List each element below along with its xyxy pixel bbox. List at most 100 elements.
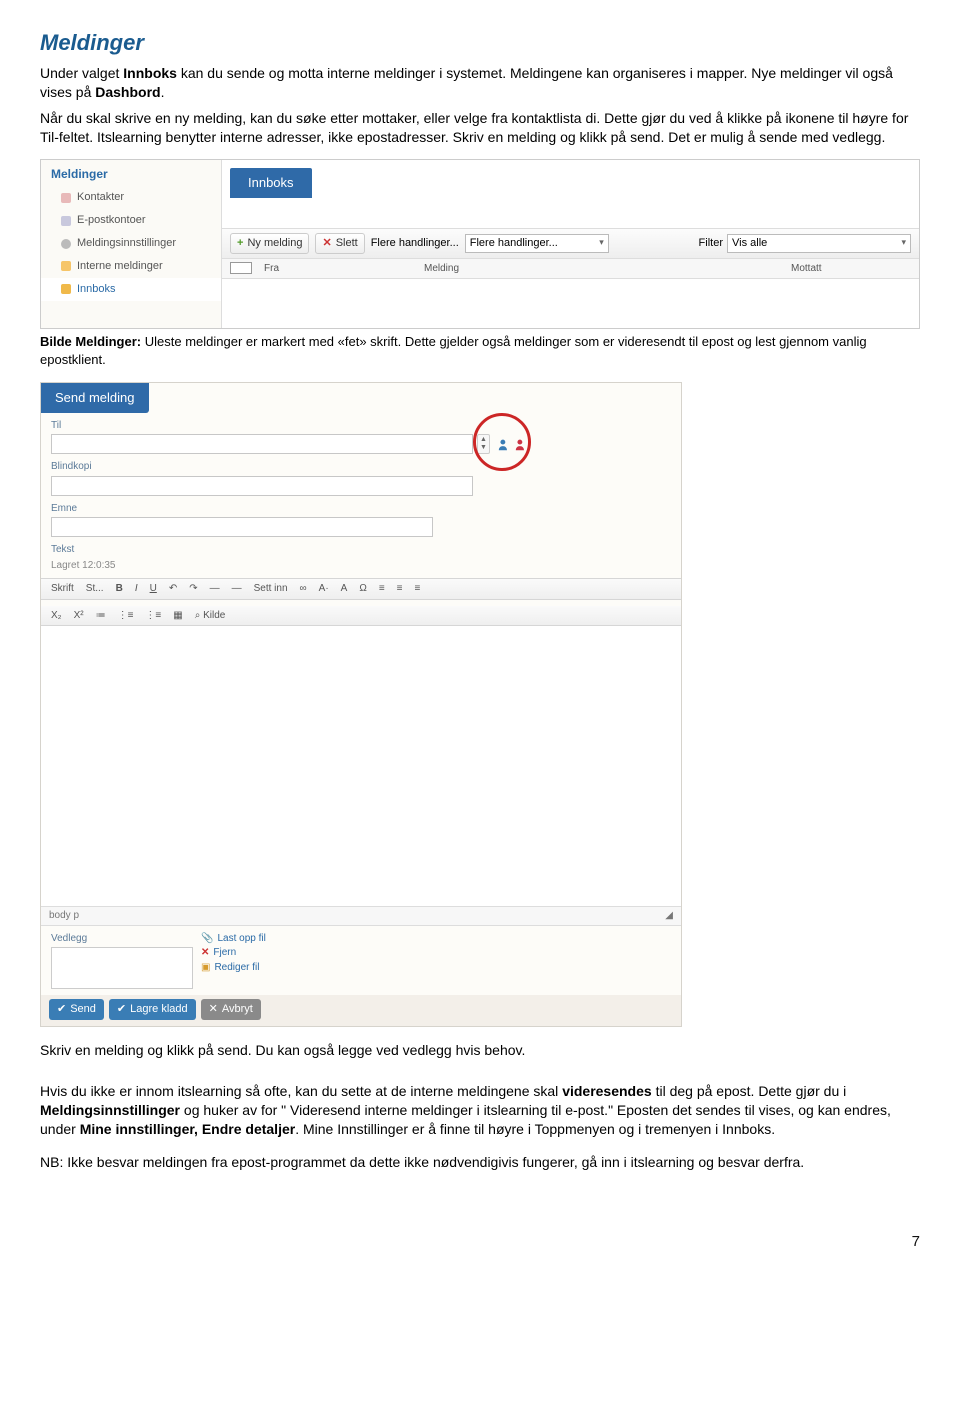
after2-c: til deg på epost. Dette gjør du i [652, 1083, 847, 1099]
select-all-checkbox[interactable] [230, 262, 252, 274]
toolbar: + Ny melding ✕Slett Flere handlinger... F… [222, 228, 919, 259]
send-melding-screenshot: Send melding Til ▲▼ Blindkopi Emne Tekst… [40, 382, 682, 1027]
filter-group: Filter Vis alle [699, 234, 911, 253]
main-area: Innboks + Ny melding ✕Slett Flere handlin… [222, 160, 919, 328]
col-fra: Fra [264, 262, 424, 276]
red-circle-annotation [473, 413, 531, 471]
blind-row: Blindkopi [41, 454, 681, 496]
emne-input[interactable] [51, 517, 433, 537]
til-label: Til [51, 419, 671, 433]
link-button[interactable]: ∞ [296, 581, 311, 597]
send-button[interactable]: ✔ Send [49, 999, 104, 1020]
new-message-button[interactable]: + Ny melding [230, 233, 309, 254]
more-actions-select[interactable]: Flere handlinger... [465, 234, 609, 253]
intro-p1: Under valget Innboks kan du sende og mot… [40, 64, 920, 102]
btn-label: Ny melding [247, 236, 302, 251]
vedlegg-area: Vedlegg 📎Last opp fil ✕Fjern ▣Rediger fi… [41, 926, 681, 996]
source-button[interactable]: ⌕ Kilde [191, 608, 230, 624]
undo-button[interactable]: ↶ [165, 581, 181, 597]
italic-button[interactable]: I [131, 581, 142, 597]
after2-f: Mine innstillinger, Endre detaljer [80, 1121, 296, 1137]
sidebar-title: Meldinger [41, 160, 221, 186]
intro-p2: Når du skal skrive en ny melding, kan du… [40, 109, 920, 147]
after-2: Hvis du ikke er innom itslearning så oft… [40, 1082, 920, 1139]
vedlegg-box[interactable] [51, 947, 193, 989]
caption-rest: Uleste meldinger er markert med «fet» sk… [40, 334, 867, 367]
emne-label: Emne [51, 502, 671, 516]
table-header: Fra Melding Mottatt [222, 259, 919, 280]
align-right-button[interactable]: ≡ [411, 581, 425, 597]
edit-icon: ▣ [201, 961, 210, 975]
filter-select[interactable]: Vis alle [727, 234, 911, 253]
x-icon: ✕ [322, 236, 331, 251]
innboks-tab: Innboks [230, 168, 312, 198]
after-1: Skriv en melding og klikk på send. Du ka… [40, 1041, 920, 1060]
link-label: Fjern [213, 946, 236, 960]
plus-icon: + [237, 236, 243, 251]
ul-button[interactable]: ⋮≡ [141, 608, 165, 624]
font-select[interactable]: Skrift [47, 581, 78, 597]
heading: Meldinger [40, 28, 920, 58]
underline-button[interactable]: U [146, 581, 161, 597]
sidebar-item-meldingsinnstillinger[interactable]: Meldingsinnstillinger [41, 232, 221, 255]
after2-b: videresendes [562, 1083, 652, 1099]
sidebar-item-label: Innboks [77, 282, 116, 297]
link-label: Last opp fil [217, 932, 265, 946]
bottom-buttons: ✔ Send ✔Lagre kladd ✕Avbryt [41, 995, 681, 1026]
sidebar-item-innboks[interactable]: Innboks [41, 278, 221, 301]
mail-icon [61, 216, 71, 226]
send-title: Send melding [41, 383, 149, 413]
btn-label: Send [70, 1002, 96, 1017]
folder-icon [61, 284, 71, 294]
sidebar-item-epostkontoer[interactable]: E-postkontoer [41, 209, 221, 232]
hr2-button[interactable]: — [228, 581, 246, 597]
blind-input[interactable] [51, 476, 473, 496]
btn-label: Lagre kladd [130, 1002, 188, 1017]
til-input[interactable] [51, 434, 473, 454]
delete-button[interactable]: ✕Slett [315, 233, 364, 254]
align-left-button[interactable]: ≡ [375, 581, 389, 597]
filter-label: Filter [699, 236, 723, 251]
editor-toolbar-2: X₂ X² ≔ ⋮≡ ⋮≡ ▦ ⌕ Kilde [41, 606, 681, 627]
insert-select[interactable]: Sett inn [250, 581, 292, 597]
editor-body[interactable] [41, 626, 681, 907]
superscript-button[interactable]: X² [70, 608, 88, 624]
link-label: Rediger fil [214, 961, 259, 975]
textcolor-button[interactable]: A· [315, 581, 333, 597]
subscript-button[interactable]: X₂ [47, 608, 66, 624]
resize-icon[interactable]: ◢ [665, 909, 673, 923]
gear-icon [61, 239, 71, 249]
more-actions-text: Flere handlinger... [371, 236, 459, 251]
align-center-button[interactable]: ≡ [393, 581, 407, 597]
indent-button[interactable]: ≔ [92, 608, 110, 624]
table-button[interactable]: ▦ [169, 608, 186, 624]
col-mottatt: Mottatt [791, 262, 911, 276]
sidebar-item-label: Interne meldinger [77, 259, 163, 274]
cancel-button[interactable]: ✕Avbryt [201, 999, 261, 1020]
meldinger-screenshot: Meldinger Kontakter E-postkontoer Meldin… [40, 159, 920, 329]
redo-button[interactable]: ↷ [185, 581, 201, 597]
size-select[interactable]: St... [82, 581, 108, 597]
emne-row: Emne [41, 496, 681, 538]
caption-lead: Bilde Meldinger: [40, 334, 141, 349]
edit-link[interactable]: ▣ Rediger fil [201, 961, 266, 975]
intro-p1a: Under valget [40, 65, 123, 81]
after2-g: . Mine Innstillinger er å finne til høyr… [295, 1121, 775, 1137]
after-3: NB: Ikke besvar meldingen fra epost-prog… [40, 1153, 920, 1172]
sidebar: Meldinger Kontakter E-postkontoer Meldin… [41, 160, 222, 328]
remove-link[interactable]: ✕ Fjern [201, 946, 266, 960]
tekst-row: Tekst Lagret 12:0:35 [41, 537, 681, 572]
bgcolor-button[interactable]: A [337, 581, 352, 597]
upload-link[interactable]: 📎Last opp fil [201, 932, 266, 946]
check-icon: ✔ [57, 1002, 66, 1017]
symbol-button[interactable]: Ω [355, 581, 370, 597]
editor-status: body p ◢ [41, 907, 681, 926]
sidebar-item-kontakter[interactable]: Kontakter [41, 186, 221, 209]
x-icon: ✕ [201, 946, 209, 960]
sidebar-item-label: Meldingsinnstillinger [77, 236, 176, 251]
hr-button[interactable]: — [206, 581, 224, 597]
sidebar-item-interne-meldinger[interactable]: Interne meldinger [41, 255, 221, 278]
save-draft-button[interactable]: ✔Lagre kladd [109, 999, 196, 1020]
ol-button[interactable]: ⋮≡ [114, 608, 138, 624]
bold-button[interactable]: B [112, 581, 127, 597]
